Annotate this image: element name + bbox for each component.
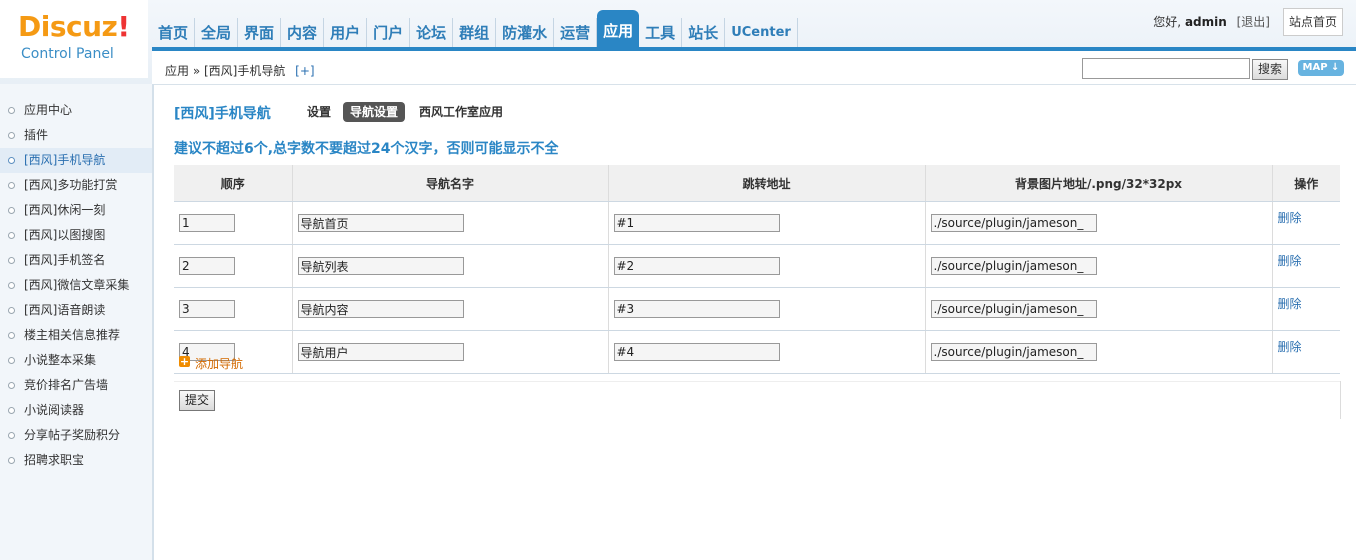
sidebar-item-leisure[interactable]: [西风]休闲一刻 <box>0 198 152 223</box>
sidebar-item-ad-wall[interactable]: 竞价排名广告墙 <box>0 373 152 398</box>
nav-forum[interactable]: 论坛 <box>410 18 454 48</box>
col-order-header: 顺序 <box>174 165 293 202</box>
delete-link[interactable]: 删除 <box>1278 297 1302 311</box>
sidebar: 应用中心 插件 [西风]手机导航 [西风]多功能打赏 [西风]休闲一刻 [西风]… <box>0 84 154 560</box>
nav-ucenter[interactable]: UCenter <box>725 18 798 48</box>
add-icon[interactable]: + <box>179 356 190 367</box>
nav-group[interactable]: 群组 <box>453 18 497 48</box>
tab-studio-apps[interactable]: 西风工作室应用 <box>419 103 503 122</box>
nav-antispam[interactable]: 防灌水 <box>496 18 555 48</box>
submit-row: 提交 <box>174 381 1341 419</box>
sidebar-menu: 应用中心 插件 [西风]手机导航 [西风]多功能打赏 [西风]休闲一刻 [西风]… <box>0 98 152 473</box>
nav-name-input[interactable] <box>297 257 464 275</box>
logo-subtitle: Control Panel <box>21 46 114 62</box>
top-nav: 首页 全局 界面 内容 用户 门户 论坛 群组 防灌水 运营 应用 工具 站长 … <box>152 10 798 48</box>
breadcrumb-path: 应用 » [西风]手机导航 <box>165 64 286 78</box>
nav-name-input[interactable] <box>297 214 464 232</box>
delete-link[interactable]: 删除 <box>1278 254 1302 268</box>
nav-apps[interactable]: 应用 <box>597 10 640 48</box>
delete-link[interactable]: 删除 <box>1278 211 1302 225</box>
nav-founder[interactable]: 站长 <box>682 18 726 48</box>
search-button[interactable]: 搜索 <box>1252 59 1288 80</box>
table-row: 删除 <box>174 287 1340 331</box>
nav-user[interactable]: 用户 <box>324 18 368 48</box>
logout-link[interactable]: [退出] <box>1237 15 1270 29</box>
sidebar-item-plugins[interactable]: 插件 <box>0 123 152 148</box>
sidebar-item-voice-read[interactable]: [西风]语音朗读 <box>0 298 152 323</box>
nav-table: 顺序 导航名字 跳转地址 背景图片地址/.png/32*32px 操作 删除 删… <box>174 165 1340 374</box>
sidebar-item-app-center[interactable]: 应用中心 <box>0 98 152 123</box>
table-header-row: 顺序 导航名字 跳转地址 背景图片地址/.png/32*32px 操作 <box>174 165 1340 202</box>
bg-image-input[interactable] <box>930 214 1097 232</box>
nav-name-input[interactable] <box>297 300 464 318</box>
table-row: 删除 <box>174 244 1340 288</box>
nav-url-input[interactable] <box>613 257 780 275</box>
sidebar-item-novel-reader[interactable]: 小说阅读器 <box>0 398 152 423</box>
submit-button[interactable]: 提交 <box>179 390 215 411</box>
sidebar-item-image-search[interactable]: [西风]以图搜图 <box>0 223 152 248</box>
nav-url-input[interactable] <box>613 300 780 318</box>
order-input[interactable] <box>179 300 235 318</box>
col-action-header: 操作 <box>1272 165 1340 202</box>
logo-brand: Discuz! <box>18 10 130 43</box>
sidebar-item-mobile-sign[interactable]: [西风]手机签名 <box>0 248 152 273</box>
add-shortcut-link[interactable]: [+] <box>295 64 314 78</box>
col-name-header: 导航名字 <box>292 165 609 202</box>
map-button[interactable]: MAP ↓ <box>1298 60 1344 76</box>
tab-nav-settings[interactable]: 导航设置 <box>343 102 406 122</box>
breadcrumb-bar: 应用 » [西风]手机导航 [+] 搜索 MAP ↓ <box>152 51 1356 85</box>
search-input[interactable] <box>1082 58 1250 79</box>
sidebar-item-reward[interactable]: [西风]多功能打赏 <box>0 173 152 198</box>
add-nav-link[interactable]: 添加导航 <box>195 355 243 372</box>
site-home-button[interactable]: 站点首页 <box>1283 8 1343 36</box>
nav-global[interactable]: 全局 <box>195 18 239 48</box>
nav-content[interactable]: 内容 <box>281 18 325 48</box>
greeting: 您好, <box>1153 15 1182 29</box>
sidebar-item-jobs[interactable]: 招聘求职宝 <box>0 448 152 473</box>
add-nav-row: + 添加导航 <box>174 346 1340 382</box>
user-bar: 您好, admin [退出] <box>1153 13 1270 30</box>
sidebar-item-poster-info[interactable]: 楼主相关信息推荐 <box>0 323 152 348</box>
header: Discuz! Control Panel 首页 全局 界面 内容 用户 门户 … <box>0 0 1356 85</box>
sidebar-item-wechat-collect[interactable]: [西风]微信文章采集 <box>0 273 152 298</box>
username: admin <box>1184 15 1227 29</box>
breadcrumb: 应用 » [西风]手机导航 [+] <box>165 62 315 79</box>
col-bg-header: 背景图片地址/.png/32*32px <box>925 165 1273 202</box>
logo: Discuz! Control Panel <box>0 0 148 78</box>
bg-image-input[interactable] <box>930 300 1097 318</box>
nav-url-input[interactable] <box>613 214 780 232</box>
plugin-title[interactable]: [西风]手机导航 <box>174 103 271 123</box>
tip-text: 建议不超过6个,总字数不要超过24个汉字，否则可能显示不全 <box>174 141 559 157</box>
sidebar-item-mobile-nav[interactable]: [西风]手机导航 <box>0 148 152 173</box>
sidebar-item-novel-collect[interactable]: 小说整本采集 <box>0 348 152 373</box>
bg-image-input[interactable] <box>930 257 1097 275</box>
nav-operation[interactable]: 运营 <box>554 18 598 48</box>
nav-portal[interactable]: 门户 <box>367 18 411 48</box>
table-row: 删除 <box>174 201 1340 245</box>
nav-style[interactable]: 界面 <box>238 18 282 48</box>
order-input[interactable] <box>179 214 235 232</box>
sidebar-item-share-reward[interactable]: 分享帖子奖励积分 <box>0 423 152 448</box>
col-url-header: 跳转地址 <box>608 165 926 202</box>
nav-tools[interactable]: 工具 <box>639 18 683 48</box>
nav-home[interactable]: 首页 <box>152 18 196 48</box>
order-input[interactable] <box>179 257 235 275</box>
title-row: [西风]手机导航 设置 导航设置 西风工作室应用 <box>174 100 774 124</box>
tab-settings[interactable]: 设置 <box>307 103 331 122</box>
